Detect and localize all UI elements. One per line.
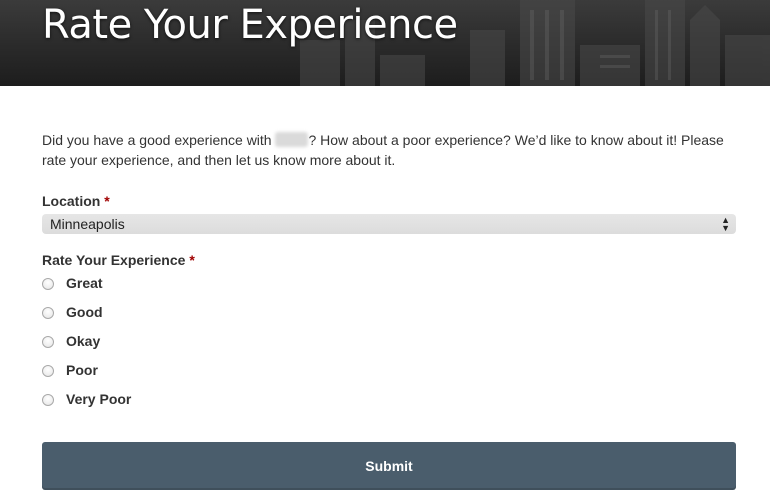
rating-label-text: Rate Your Experience [42, 252, 186, 268]
intro-text: Did you have a good experience with ? Ho… [42, 130, 736, 170]
radio-button[interactable] [42, 394, 54, 406]
submit-button[interactable]: Submit [42, 442, 736, 490]
radio-button[interactable] [42, 307, 54, 319]
redacted-company-name [275, 132, 309, 147]
feedback-form: Did you have a good experience with ? Ho… [42, 86, 736, 490]
updown-arrows-icon: ▲ ▼ [721, 215, 730, 233]
header-banner: Rate Your Experience [0, 0, 770, 86]
radio-button[interactable] [42, 278, 54, 290]
rating-option-label[interactable]: Good [66, 304, 103, 320]
required-asterisk: * [189, 252, 195, 268]
radio-button[interactable] [42, 336, 54, 348]
rating-option-label[interactable]: Great [66, 275, 103, 291]
location-select[interactable]: Minneapolis ▲ ▼ [42, 214, 736, 234]
rating-option-label[interactable]: Poor [66, 362, 98, 378]
page-title: Rate Your Experience [42, 2, 458, 48]
location-selected-value: Minneapolis [50, 216, 125, 232]
rating-option-label[interactable]: Okay [66, 333, 100, 349]
rating-option-label[interactable]: Very Poor [66, 391, 131, 407]
location-label: Location * [42, 193, 110, 209]
radio-button[interactable] [42, 365, 54, 377]
location-label-text: Location [42, 193, 101, 209]
intro-text-start: Did you have a good experience with [42, 132, 276, 148]
required-asterisk: * [104, 193, 110, 209]
rating-label: Rate Your Experience * [42, 252, 195, 268]
